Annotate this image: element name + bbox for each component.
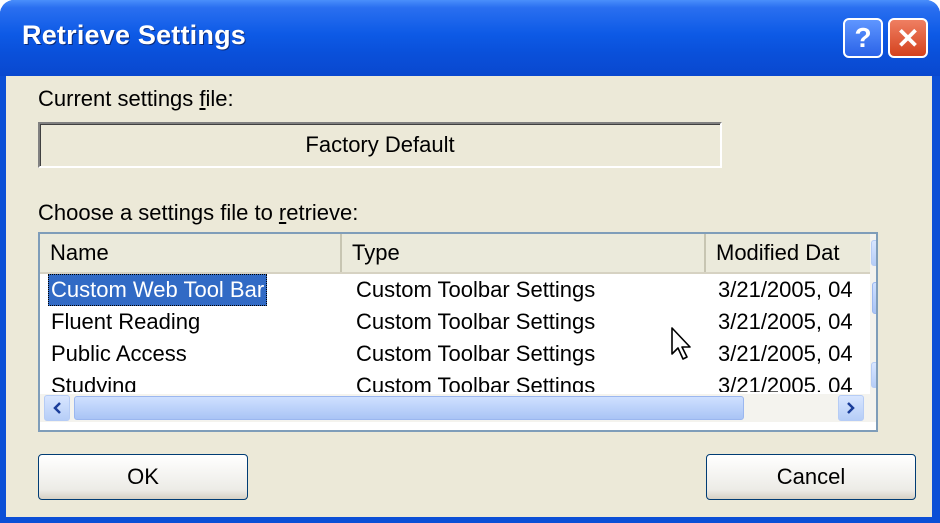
- row-type: Custom Toolbar Settings: [356, 341, 596, 366]
- list-row[interactable]: Public Access Custom Toolbar Settings 3/…: [40, 338, 870, 370]
- row-type: Custom Toolbar Settings: [356, 277, 596, 302]
- column-header-type[interactable]: Type: [342, 234, 706, 272]
- horizontal-scroll-thumb[interactable]: [74, 396, 744, 420]
- window-title: Retrieve Settings: [22, 20, 246, 50]
- close-button[interactable]: ✕: [888, 18, 928, 58]
- scroll-up-button[interactable]: [871, 240, 878, 266]
- scroll-down-icon: [877, 370, 878, 380]
- title-bar[interactable]: Retrieve Settings ? ✕: [0, 0, 940, 76]
- dialog-window: Retrieve Settings ? ✕ Current settings f…: [0, 0, 940, 523]
- settings-file-list[interactable]: Name Type Modified Dat Custom Web Tool B…: [38, 232, 878, 432]
- row-date: 3/21/2005, 04: [718, 373, 853, 392]
- list-row[interactable]: Fluent Reading Custom Toolbar Settings 3…: [40, 306, 870, 338]
- row-date: 3/21/2005, 04: [718, 341, 853, 366]
- horizontal-scrollbar[interactable]: [40, 394, 876, 422]
- column-header-modified-date[interactable]: Modified Dat: [706, 234, 876, 272]
- scroll-right-button[interactable]: [838, 395, 864, 421]
- close-icon: ✕: [896, 22, 920, 54]
- dialog-body: Current settings file: Factory Default C…: [6, 76, 932, 517]
- row-date: 3/21/2005, 04: [718, 277, 853, 302]
- row-name: Studying: [51, 373, 137, 392]
- scroll-down-button[interactable]: [871, 362, 878, 388]
- column-header-name[interactable]: Name: [40, 234, 342, 272]
- list-row[interactable]: Custom Web Tool Bar Custom Toolbar Setti…: [40, 274, 870, 306]
- vertical-scrollbar[interactable]: [870, 234, 878, 394]
- row-type: Custom Toolbar Settings: [356, 373, 596, 392]
- current-settings-value: Factory Default: [305, 132, 455, 157]
- cancel-button[interactable]: Cancel: [706, 454, 916, 500]
- vertical-scroll-thumb[interactable]: [872, 282, 876, 314]
- row-name: Fluent Reading: [51, 309, 201, 334]
- scroll-left-button[interactable]: [44, 395, 70, 421]
- row-date: 3/21/2005, 04: [718, 309, 853, 334]
- help-button[interactable]: ?: [843, 18, 883, 58]
- current-settings-label: Current settings file:: [38, 86, 234, 111]
- row-name: Public Access: [51, 341, 187, 366]
- row-type: Custom Toolbar Settings: [356, 309, 596, 334]
- current-settings-field: Factory Default: [38, 122, 722, 168]
- scroll-up-icon: [877, 248, 878, 258]
- mouse-pointer-icon: [671, 327, 691, 360]
- list-row[interactable]: Studying Custom Toolbar Settings 3/21/20…: [40, 370, 870, 392]
- ok-button[interactable]: OK: [38, 454, 248, 500]
- list-header: Name Type Modified Dat: [40, 234, 870, 274]
- scroll-left-icon: [53, 402, 61, 414]
- scroll-right-icon: [847, 402, 855, 414]
- row-name-selected: Custom Web Tool Bar: [48, 274, 268, 306]
- help-icon: ?: [854, 22, 872, 53]
- choose-file-label: Choose a settings file to retrieve:: [38, 200, 359, 225]
